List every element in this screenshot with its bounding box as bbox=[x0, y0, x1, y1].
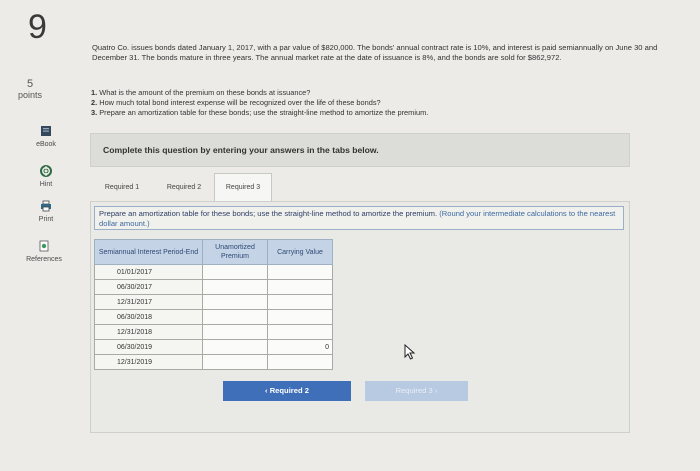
premium-input[interactable] bbox=[202, 324, 268, 340]
chevron-left-icon: ‹ bbox=[265, 386, 268, 395]
points-indicator: 5 points bbox=[18, 78, 42, 100]
references-icon bbox=[14, 240, 74, 254]
carrying-input[interactable] bbox=[267, 354, 333, 370]
instruction-banner: Complete this question by entering your … bbox=[90, 133, 630, 167]
banner-text: Complete this question by entering your … bbox=[103, 145, 379, 155]
period-date: 06/30/2018 bbox=[94, 309, 203, 325]
tab-required-2[interactable]: Required 2 bbox=[154, 173, 214, 202]
next-required-button[interactable]: Required 3 › bbox=[365, 381, 468, 401]
period-date: 06/30/2019 bbox=[94, 339, 203, 355]
tab-required-1[interactable]: Required 1 bbox=[92, 173, 152, 202]
period-date: 12/31/2019 bbox=[94, 354, 203, 370]
problem-statement: Quatro Co. issues bonds dated January 1,… bbox=[92, 43, 658, 62]
next-label: Required 3 bbox=[395, 386, 433, 395]
hint-button[interactable]: Hint bbox=[16, 165, 76, 188]
premium-input[interactable] bbox=[202, 309, 268, 325]
hint-label: Hint bbox=[39, 181, 53, 188]
period-date: 06/30/2017 bbox=[94, 279, 203, 295]
table-row: 12/31/2018 bbox=[94, 324, 333, 340]
question-list: 1. What is the amount of the premium on … bbox=[91, 88, 428, 118]
print-label: Print bbox=[38, 216, 54, 223]
prev-required-button[interactable]: ‹ Required 2 bbox=[223, 381, 351, 401]
references-label: References bbox=[26, 256, 62, 263]
question-number: 9 bbox=[28, 8, 47, 46]
period-date: 01/01/2017 bbox=[94, 264, 203, 280]
period-date: 12/31/2018 bbox=[94, 324, 203, 340]
header-carrying: Carrying Value bbox=[267, 239, 333, 265]
question-item: 2. How much total bond interest expense … bbox=[91, 98, 381, 107]
amortization-table: Semiannual Interest Period-End Unamortiz… bbox=[94, 239, 333, 370]
header-premium: Unamortized Premium bbox=[202, 239, 268, 265]
carrying-input[interactable] bbox=[267, 309, 333, 325]
tab-instruction: Prepare an amortization table for these … bbox=[94, 206, 624, 230]
mouse-cursor-icon bbox=[404, 343, 416, 365]
prev-label: Required 2 bbox=[269, 386, 309, 395]
premium-input[interactable] bbox=[202, 294, 268, 310]
premium-input[interactable] bbox=[202, 339, 268, 355]
ebook-label: eBook bbox=[36, 141, 56, 148]
points-label: points bbox=[18, 90, 43, 100]
printer-icon bbox=[16, 200, 76, 214]
carrying-input[interactable]: 0 bbox=[267, 339, 333, 355]
question-item: 1. What is the amount of the premium on … bbox=[91, 88, 311, 97]
table-row: 06/30/2019 0 bbox=[94, 339, 333, 355]
print-button[interactable]: Print bbox=[16, 200, 76, 223]
ebook-button[interactable]: eBook bbox=[16, 125, 76, 148]
premium-input[interactable] bbox=[202, 354, 268, 370]
table-row: 06/30/2018 bbox=[94, 309, 333, 325]
period-date: 12/31/2017 bbox=[94, 294, 203, 310]
table-row: 01/01/2017 bbox=[94, 264, 333, 280]
header-period: Semiannual Interest Period-End bbox=[94, 239, 203, 265]
premium-input[interactable] bbox=[202, 279, 268, 295]
carrying-input[interactable] bbox=[267, 264, 333, 280]
table-row: 12/31/2017 bbox=[94, 294, 333, 310]
tab-required-3[interactable]: Required 3 bbox=[214, 173, 272, 202]
instruction-main: Prepare an amortization table for these … bbox=[99, 209, 438, 218]
references-button[interactable]: References bbox=[14, 240, 74, 263]
lifebuoy-icon bbox=[16, 165, 76, 179]
table-row: 06/30/2017 bbox=[94, 279, 333, 295]
chevron-right-icon: › bbox=[434, 386, 438, 395]
carrying-input[interactable] bbox=[267, 294, 333, 310]
carrying-input[interactable] bbox=[267, 324, 333, 340]
table-header-row: Semiannual Interest Period-End Unamortiz… bbox=[94, 239, 333, 265]
carrying-input[interactable] bbox=[267, 279, 333, 295]
points-value: 5 bbox=[26, 78, 34, 90]
question-item: 3. Prepare an amortization table for the… bbox=[91, 108, 429, 117]
book-icon bbox=[16, 125, 76, 139]
premium-input[interactable] bbox=[202, 264, 268, 280]
table-row: 12/31/2019 bbox=[94, 354, 333, 370]
